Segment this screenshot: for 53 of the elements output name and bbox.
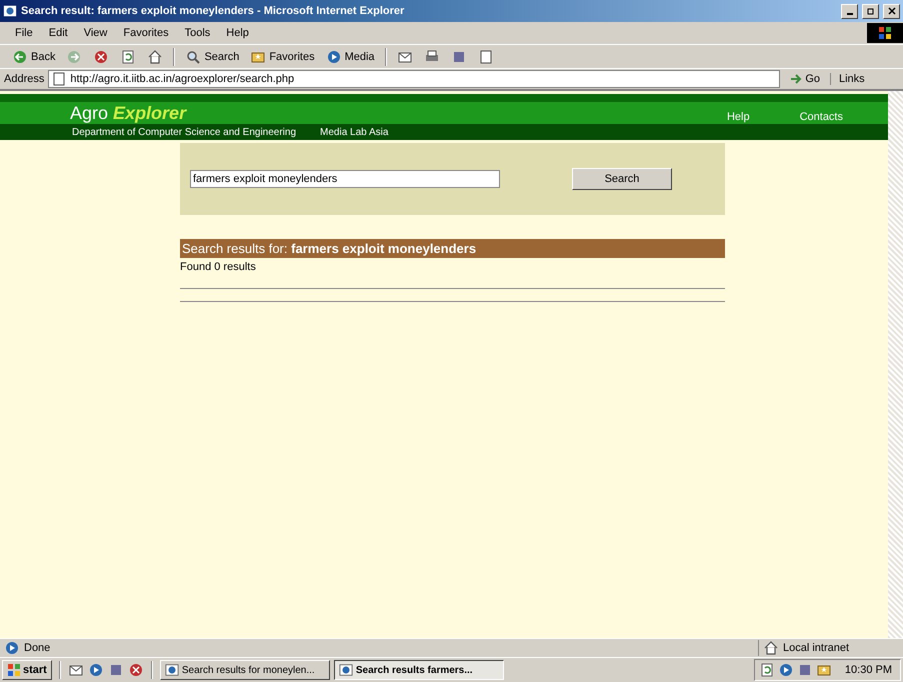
tray-icon bbox=[778, 662, 794, 678]
sub-nav-link[interactable]: Department of Computer Science and Engineering bbox=[72, 126, 296, 138]
nav-link[interactable]: Contacts bbox=[800, 111, 843, 123]
refresh-icon bbox=[120, 48, 136, 64]
clock: 10:30 PM bbox=[844, 664, 892, 676]
menu-item[interactable]: Help bbox=[219, 25, 256, 41]
site-logo: Agro Explorer bbox=[70, 103, 186, 124]
search-button[interactable]: Search bbox=[572, 168, 672, 190]
back-icon bbox=[12, 48, 28, 64]
stop-icon bbox=[128, 662, 144, 678]
close-icon bbox=[888, 7, 896, 15]
go-button[interactable]: Go bbox=[784, 73, 826, 85]
media-icon bbox=[88, 662, 104, 678]
stop-icon bbox=[93, 48, 110, 64]
windows-logo-icon bbox=[7, 663, 21, 677]
sub-nav-link[interactable]: Media Lab Asia bbox=[320, 126, 388, 138]
start-button[interactable]: start bbox=[2, 660, 52, 680]
forward-icon bbox=[66, 48, 82, 64]
browser-icon bbox=[164, 663, 179, 677]
minimize-button[interactable] bbox=[841, 4, 858, 18]
windows-logo-icon bbox=[867, 23, 903, 43]
scrollbar[interactable] bbox=[888, 91, 903, 638]
search-field[interactable]: farmers exploit moneylenders bbox=[190, 170, 500, 188]
home-icon bbox=[147, 48, 164, 64]
status-text: Done bbox=[24, 642, 50, 654]
menu-item[interactable]: Edit bbox=[42, 25, 75, 41]
menu-item[interactable]: Favorites bbox=[116, 25, 176, 41]
results-heading: Search results for: farmers exploit moneylenders bbox=[180, 239, 725, 258]
restore-icon bbox=[866, 7, 874, 15]
menu-item[interactable]: Tools bbox=[178, 25, 218, 41]
links-button[interactable]: Links bbox=[830, 73, 899, 85]
arrow-icon bbox=[790, 73, 802, 85]
tray-icon bbox=[758, 662, 775, 678]
search-icon bbox=[185, 48, 202, 64]
menu-item[interactable]: File bbox=[8, 25, 40, 41]
address-label: Address bbox=[4, 73, 44, 85]
taskbar-button[interactable]: Search results farmers... bbox=[334, 660, 504, 680]
search-button[interactable]: Search bbox=[181, 48, 244, 66]
address-field[interactable]: http://agro.it.iitb.ac.in/agroexplorer/search.php bbox=[48, 70, 780, 88]
zone-text: Local intranet bbox=[783, 642, 850, 654]
results-count: Found 0 results bbox=[180, 261, 256, 273]
media-button[interactable]: Media bbox=[322, 48, 379, 66]
window-title: Search result: farmers exploit moneylenders - Microsoft Internet Explorer bbox=[21, 5, 406, 17]
restore-button[interactable] bbox=[862, 4, 879, 18]
media-icon bbox=[326, 48, 342, 64]
close-button[interactable] bbox=[883, 4, 900, 18]
menu-item[interactable]: View bbox=[76, 25, 114, 41]
nav-link[interactable]: Help bbox=[726, 111, 750, 123]
browser-icon bbox=[338, 663, 353, 677]
back-button[interactable]: Back bbox=[8, 48, 60, 66]
browser-icon bbox=[3, 4, 17, 18]
taskbar-button[interactable]: Search results for moneylen... bbox=[160, 660, 330, 680]
favorites-button[interactable]: Favorites bbox=[246, 48, 319, 66]
